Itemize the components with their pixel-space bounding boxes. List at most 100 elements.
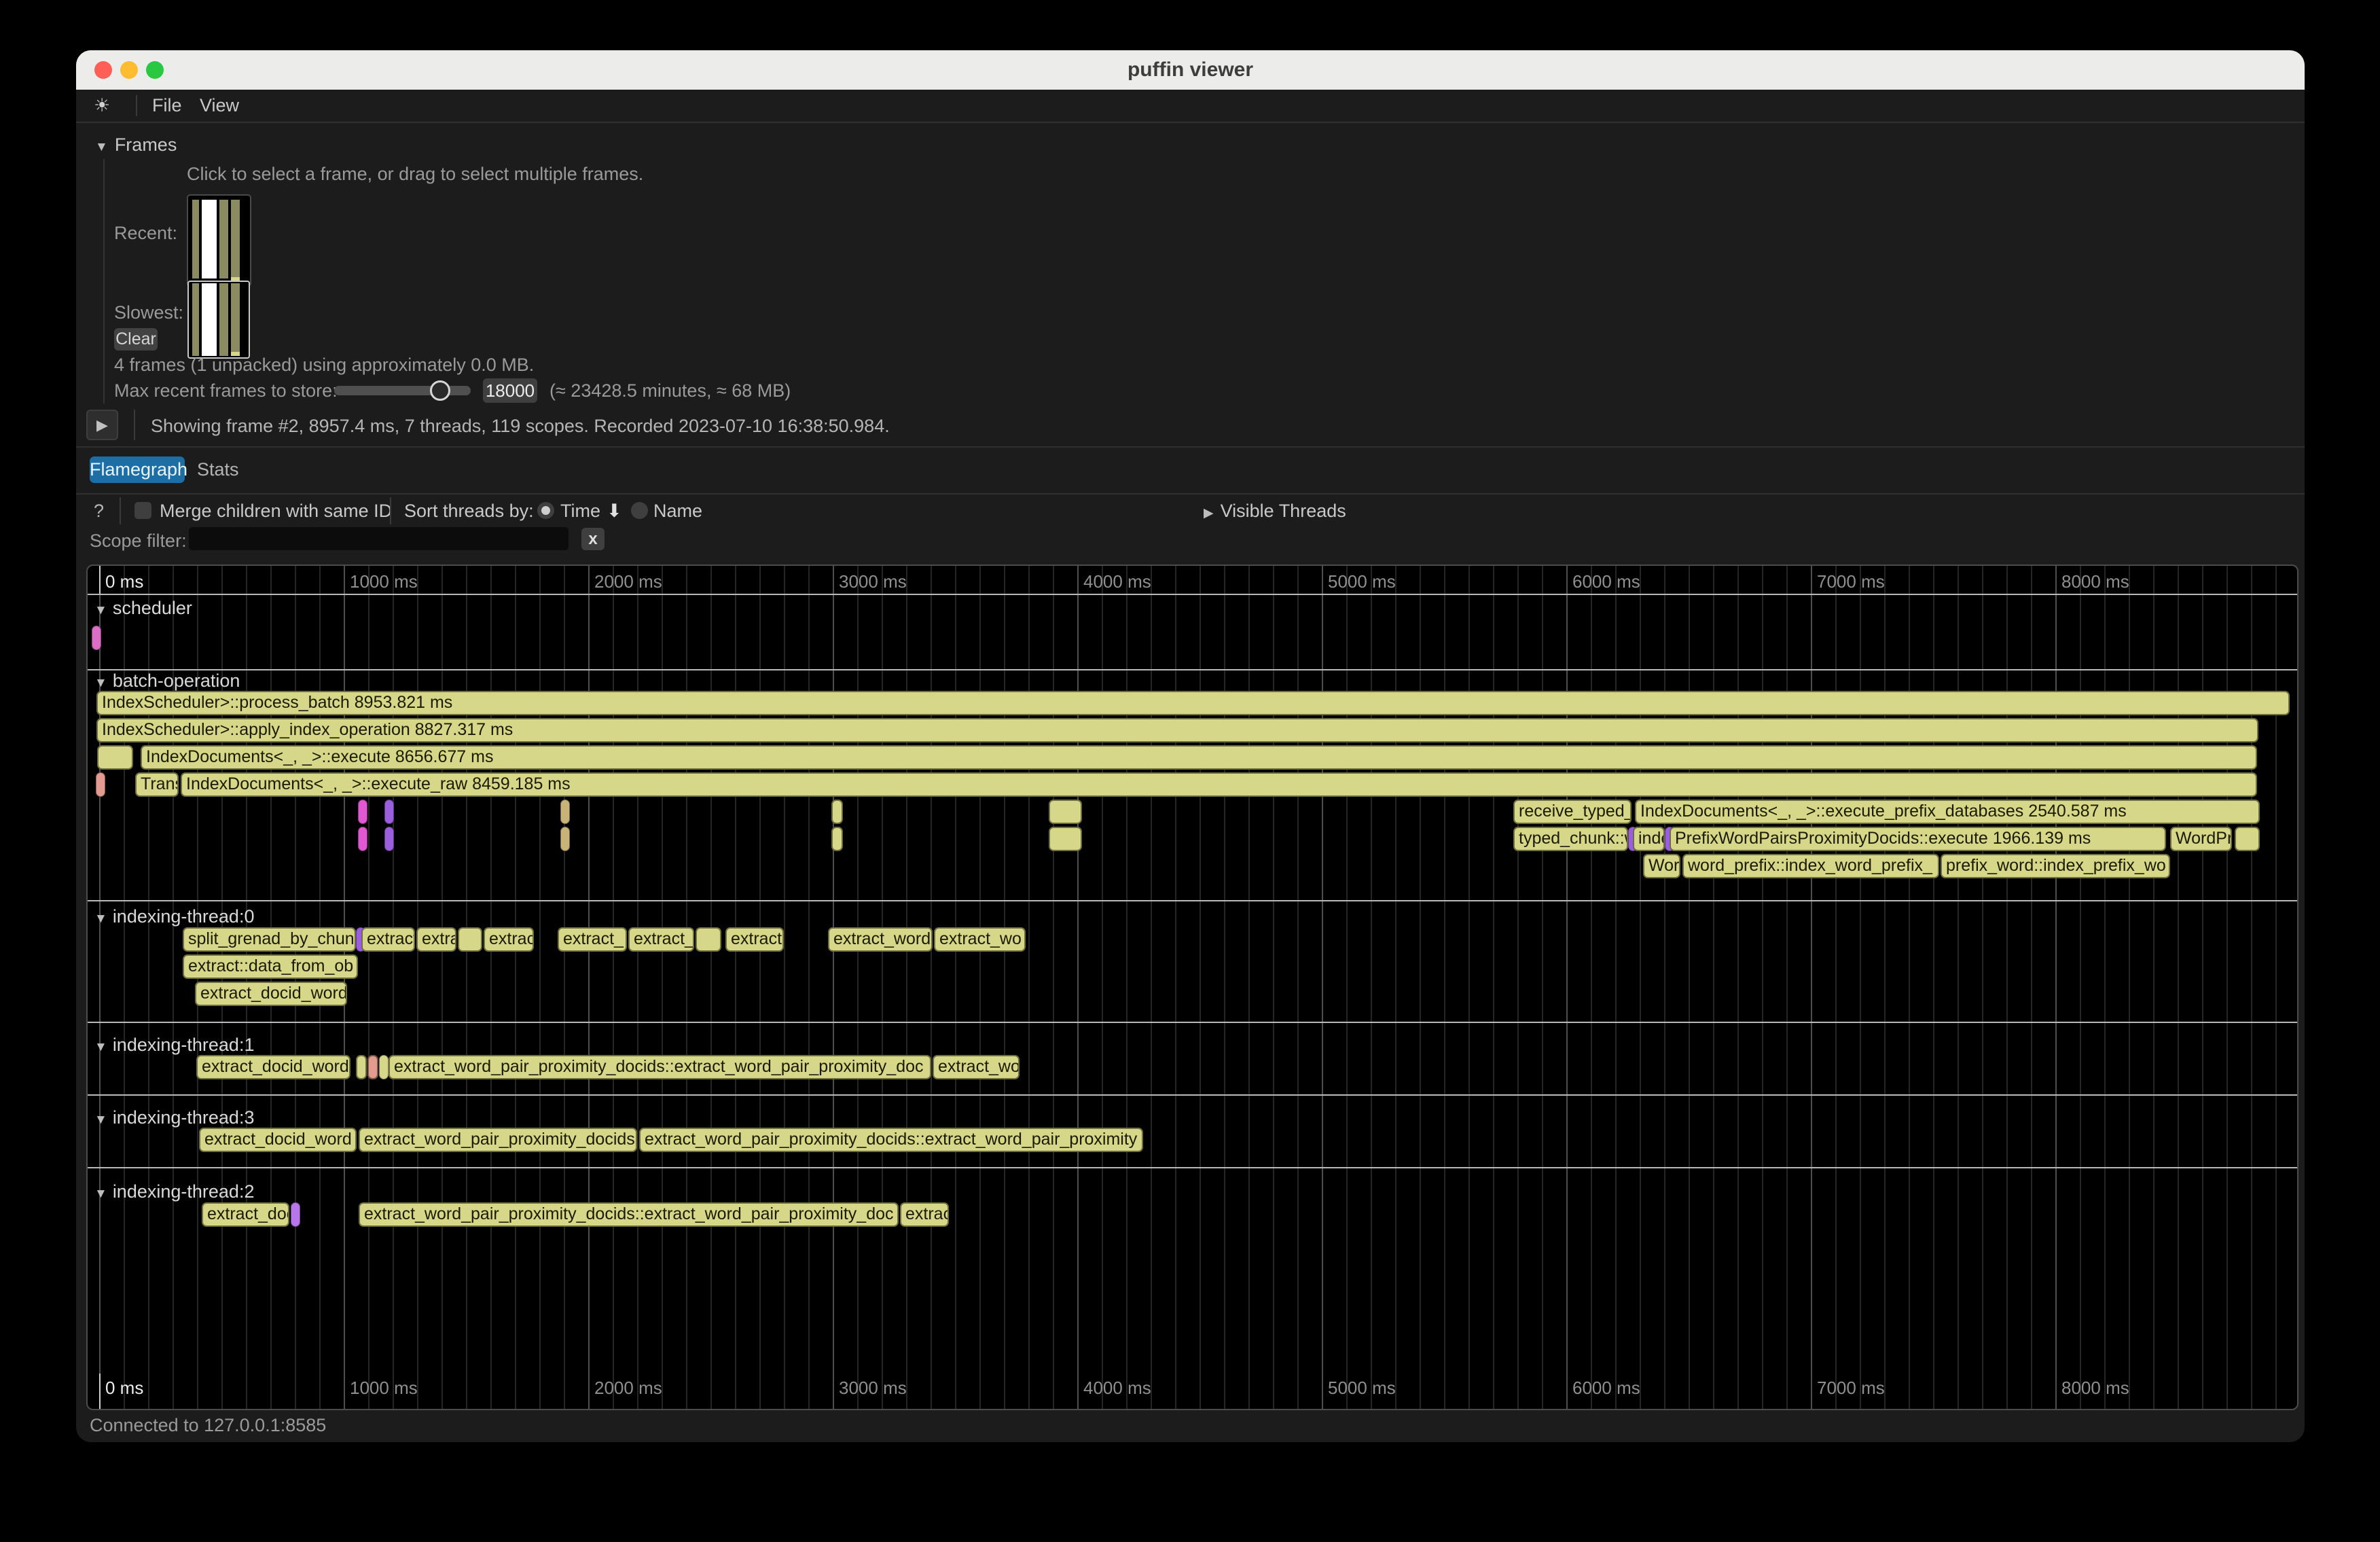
- frame-bar[interactable]: [192, 283, 199, 356]
- frame-bar-selected[interactable]: [202, 200, 217, 279]
- section-separator: [88, 1022, 2297, 1023]
- flame-bar[interactable]: prefix_word::index_prefix_wo: [1941, 854, 2170, 878]
- flame-bar[interactable]: [2235, 827, 2260, 851]
- flame-bar[interactable]: [384, 827, 394, 851]
- thread-header[interactable]: ▼indexing-thread:0: [94, 906, 254, 927]
- frame-bar[interactable]: [231, 283, 240, 356]
- flame-bar[interactable]: WordPr: [2170, 827, 2232, 851]
- flame-bar[interactable]: [367, 1055, 378, 1079]
- divider: [120, 497, 121, 524]
- flame-bar[interactable]: [356, 1055, 367, 1079]
- flame-bar[interactable]: [97, 745, 133, 770]
- frames-summary: 4 frames (1 unpacked) using approximatel…: [114, 355, 534, 376]
- thread-header[interactable]: ▼batch-operation: [94, 670, 240, 692]
- flame-bar[interactable]: extract_wo: [934, 927, 1026, 952]
- theme-toggle-icon[interactable]: ☀: [94, 90, 110, 122]
- frame-bar[interactable]: [192, 200, 199, 279]
- flame-bar[interactable]: extract_docid_word: [195, 982, 347, 1006]
- recent-frames-thumbnail[interactable]: [187, 194, 251, 287]
- scope-filter-label: Scope filter:: [90, 531, 187, 552]
- sort-time-radio[interactable]: [537, 502, 554, 519]
- slowest-frames-thumbnail[interactable]: [187, 281, 250, 359]
- flame-bar[interactable]: Trans: [135, 772, 179, 797]
- frame-bar[interactable]: [231, 200, 240, 279]
- flame-bar[interactable]: extract: [361, 927, 415, 952]
- menu-file[interactable]: File: [152, 90, 182, 122]
- flame-bar[interactable]: index: [1633, 827, 1665, 851]
- flame-bar[interactable]: typed_chunk::w: [1513, 827, 1628, 851]
- flame-bar[interactable]: extract::data_from_ob: [183, 954, 358, 979]
- flame-bar[interactable]: extract_wo: [933, 1055, 1020, 1079]
- flame-bar[interactable]: [358, 800, 367, 824]
- menubar: ☀ File View: [76, 90, 2305, 123]
- flamegraph-panel[interactable]: 0 ms1000 ms2000 ms3000 ms4000 ms5000 ms6…: [86, 564, 2298, 1410]
- flame-bar[interactable]: split_grenad_by_chun: [183, 927, 356, 952]
- flame-bar[interactable]: extract_word_pair_proximity_docids::extr…: [359, 1202, 899, 1227]
- sort-name-radio[interactable]: [631, 502, 648, 519]
- flame-bar[interactable]: extract: [725, 927, 784, 952]
- flame-bar[interactable]: extrac: [484, 927, 534, 952]
- flamegraph-canvas[interactable]: 0 ms1000 ms2000 ms3000 ms4000 ms5000 ms6…: [88, 566, 2297, 1409]
- tab-flamegraph[interactable]: Flamegraph: [90, 456, 185, 483]
- slider-handle[interactable]: [430, 380, 450, 401]
- clear-button[interactable]: Clear: [114, 328, 158, 351]
- help-button[interactable]: ?: [94, 501, 104, 522]
- thread-header[interactable]: ▼indexing-thread:2: [94, 1181, 254, 1202]
- flame-bar[interactable]: extract_word: [828, 927, 933, 952]
- frames-section-header[interactable]: ▼Frames: [95, 135, 177, 156]
- merge-children-checkbox[interactable]: [134, 502, 151, 519]
- flame-bar[interactable]: extract_doc: [202, 1202, 289, 1227]
- flame-bar[interactable]: IndexDocuments<_, _>::execute_prefix_dat…: [1635, 800, 2260, 824]
- flame-bar[interactable]: IndexScheduler>::apply_index_operation 8…: [96, 718, 2258, 742]
- frame-bar[interactable]: [219, 200, 228, 279]
- collapse-triangle-icon: ▼: [94, 603, 107, 617]
- play-button[interactable]: ▶: [86, 410, 118, 440]
- flame-bar[interactable]: extract_docid_word: [196, 1055, 350, 1079]
- flame-bar[interactable]: [96, 772, 105, 797]
- thread-header[interactable]: ▼indexing-thread:1: [94, 1035, 254, 1056]
- flame-bar[interactable]: IndexDocuments<_, _>::execute_raw 8459.1…: [181, 772, 2257, 797]
- divider: [76, 493, 2305, 495]
- clear-filter-button[interactable]: x: [581, 528, 605, 550]
- frame-bar[interactable]: [219, 283, 228, 356]
- max-frames-value[interactable]: 18000: [483, 378, 537, 403]
- thread-header[interactable]: ▼indexing-thread:3: [94, 1107, 254, 1128]
- scope-filter-input[interactable]: [189, 527, 569, 550]
- flame-bar[interactable]: word_prefix::index_word_prefix_: [1682, 854, 1939, 878]
- sort-direction-icon[interactable]: ⬇: [607, 501, 622, 522]
- flame-bar[interactable]: [831, 800, 843, 824]
- flame-bar[interactable]: [696, 927, 721, 952]
- flame-bar[interactable]: extract_word_pair_proximity_docids::extr…: [389, 1055, 931, 1079]
- frame-bar-selected[interactable]: [202, 283, 217, 356]
- ruler-label: 4000 ms: [1083, 571, 1151, 592]
- flame-bar[interactable]: extra: [416, 927, 456, 952]
- flame-bar[interactable]: receive_typed_: [1513, 800, 1631, 824]
- flame-bar[interactable]: IndexScheduler>::process_batch 8953.821 …: [96, 691, 2290, 715]
- flame-bar[interactable]: [92, 626, 101, 650]
- flame-bar[interactable]: [358, 827, 367, 851]
- flame-bar[interactable]: Word: [1643, 854, 1680, 878]
- thread-header[interactable]: ▼scheduler: [94, 598, 192, 619]
- sort-time-label: Time: [560, 501, 600, 522]
- flame-bar[interactable]: [379, 1055, 389, 1079]
- flame-bar[interactable]: [831, 827, 843, 851]
- zero-tick: [99, 1374, 101, 1409]
- flame-bar[interactable]: PrefixWordPairsProximityDocids::execute …: [1670, 827, 2166, 851]
- flame-bar[interactable]: extract_: [558, 927, 627, 952]
- flame-bar[interactable]: extract_word_pair_proximity_docids: [359, 1128, 637, 1152]
- visible-threads-header[interactable]: ▶Visible Threads: [1204, 501, 1346, 522]
- flame-bar[interactable]: [291, 1202, 300, 1227]
- flame-bar[interactable]: [1049, 800, 1082, 824]
- flame-bar[interactable]: extract_: [628, 927, 694, 952]
- flame-bar[interactable]: [560, 800, 570, 824]
- flame-bar[interactable]: [560, 827, 570, 851]
- flame-bar[interactable]: [458, 927, 482, 952]
- tab-stats[interactable]: Stats: [197, 456, 238, 483]
- menu-view[interactable]: View: [200, 90, 239, 122]
- flame-bar[interactable]: extrac: [900, 1202, 949, 1227]
- flame-bar[interactable]: [384, 800, 394, 824]
- flame-bar[interactable]: [1049, 827, 1082, 851]
- flame-bar[interactable]: IndexDocuments<_, _>::execute 8656.677 m…: [141, 745, 2257, 770]
- flame-bar[interactable]: extract_word_pair_proximity_docids::extr…: [639, 1128, 1143, 1152]
- flame-bar[interactable]: extract_docid_word: [199, 1128, 357, 1152]
